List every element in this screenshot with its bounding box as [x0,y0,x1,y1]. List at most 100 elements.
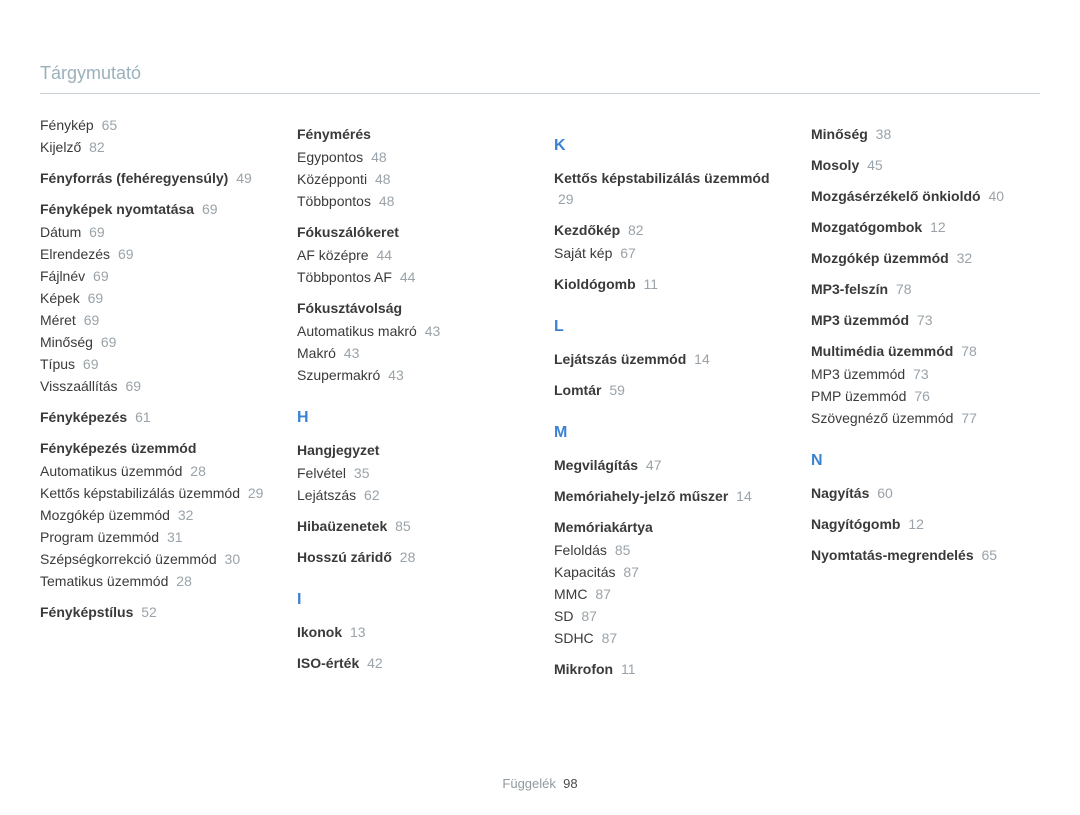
index-entry[interactable]: Felvétel 35 [297,463,526,484]
index-entry-heading[interactable]: Lejátszás üzemmód 14 [554,349,783,370]
index-entry-heading[interactable]: Lomtár 59 [554,380,783,401]
index-entry-label: Memóriakártya [554,519,653,535]
index-entry[interactable]: Kijelző 82 [40,137,269,158]
index-entry[interactable]: Kapacitás 87 [554,562,783,583]
index-entry-heading[interactable]: Ikonok 13 [297,622,526,643]
index-column: KKettős képstabilizálás üzemmód 29Kezdők… [554,114,811,682]
index-entry-label: Mikrofon [554,661,613,677]
index-entry-heading[interactable]: Hibaüzenetek 85 [297,516,526,537]
index-entry[interactable]: Automatikus üzemmód 28 [40,461,269,482]
index-entry[interactable]: Visszaállítás 69 [40,376,269,397]
index-entry-page: 28 [190,463,206,479]
index-entry-heading[interactable]: Mosoly 45 [811,155,1040,176]
index-entry[interactable]: Típus 69 [40,354,269,375]
index-letter-heading: H [297,406,526,430]
index-entry-label: Fájlnév [40,268,85,284]
index-entry[interactable]: Tematikus üzemmód 28 [40,571,269,592]
index-entry-heading[interactable]: Hangjegyzet [297,440,526,461]
index-entry-page: 85 [395,518,411,534]
index-entry[interactable]: Mozgókép üzemmód 32 [40,505,269,526]
index-entry-heading[interactable]: Megvilágítás 47 [554,455,783,476]
index-entry-page: 11 [644,276,659,292]
index-entry[interactable]: Képek 69 [40,288,269,309]
index-entry-heading[interactable]: Fényforrás (fehéregyensúly) 49 [40,168,269,189]
index-entry-heading[interactable]: Nagyítás 60 [811,483,1040,504]
index-entry-heading[interactable]: Fénymérés [297,124,526,145]
index-entry-heading[interactable]: Kettős képstabilizálás üzemmód 29 [554,168,783,210]
index-entry[interactable]: Szupermakró 43 [297,365,526,386]
index-entry-label: Kioldógomb [554,276,636,292]
index-entry[interactable]: Elrendezés 69 [40,244,269,265]
index-entry-page: 44 [400,269,416,285]
index-entry[interactable]: Saját kép 67 [554,243,783,264]
index-entry-heading[interactable]: MP3 üzemmód 73 [811,310,1040,331]
index-entry[interactable]: MMC 87 [554,584,783,605]
index-entry-heading[interactable]: Mozgókép üzemmód 32 [811,248,1040,269]
index-entry[interactable]: Többpontos 48 [297,191,526,212]
index-entry[interactable]: AF középre 44 [297,245,526,266]
index-entry-heading[interactable]: Hosszú záridő 28 [297,547,526,568]
index-letter-heading: N [811,449,1040,473]
index-entry-label: PMP üzemmód [811,388,906,404]
index-entry[interactable]: Dátum 69 [40,222,269,243]
index-entry[interactable]: Fájlnév 69 [40,266,269,287]
index-entry[interactable]: SDHC 87 [554,628,783,649]
page-title: Tárgymutató [40,60,1040,94]
index-entry-label: Megvilágítás [554,457,638,473]
index-entry[interactable]: Kettős képstabilizálás üzemmód 29 [40,483,269,504]
index-entry-heading[interactable]: Fényképek nyomtatása 69 [40,199,269,220]
index-entry-heading[interactable]: Memóriakártya [554,517,783,538]
index-entry-heading[interactable]: Mozgásérzékelő önkioldó 40 [811,186,1040,207]
index-entry-heading[interactable]: Nyomtatás-megrendelés 65 [811,545,1040,566]
index-entry[interactable]: Szépségkorrekció üzemmód 30 [40,549,269,570]
index-entry-page: 28 [176,573,192,589]
index-entry-label: Multimédia üzemmód [811,343,953,359]
index-entry-page: 69 [88,290,104,306]
index-entry[interactable]: Automatikus makró 43 [297,321,526,342]
index-entry-label: Mozgókép üzemmód [811,250,949,266]
index-entry-heading[interactable]: Minőség 38 [811,124,1040,145]
index-entry-heading[interactable]: Mikrofon 11 [554,659,783,680]
index-entry-label: Képek [40,290,80,306]
index-entry-label: MP3 üzemmód [811,312,909,328]
index-entry[interactable]: Középponti 48 [297,169,526,190]
index-column: Fénykép 65Kijelző 82 Fényforrás (fehéregy… [40,114,297,682]
index-entry[interactable]: Minőség 69 [40,332,269,353]
index-entry-heading[interactable]: Multimédia üzemmód 78 [811,341,1040,362]
index-entry-label: Elrendezés [40,246,110,262]
index-entry[interactable]: Többpontos AF 44 [297,267,526,288]
index-entry-label: Automatikus makró [297,323,417,339]
index-entry-heading[interactable]: Fényképezés üzemmód [40,438,269,459]
index-entry-heading[interactable]: Fényképezés 61 [40,407,269,428]
index-entry-page: 87 [602,630,618,646]
index-entry[interactable]: Egypontos 48 [297,147,526,168]
index-entry[interactable]: Feloldás 85 [554,540,783,561]
index-entry[interactable]: Program üzemmód 31 [40,527,269,548]
index-entry-heading[interactable]: Fókusztávolság [297,298,526,319]
index-entry-heading[interactable]: Mozgatógombok 12 [811,217,1040,238]
index-entry[interactable]: Fénykép 65 [40,115,269,136]
index-entry-heading[interactable]: Fókuszálókeret [297,222,526,243]
index-entry-label: Kijelző [40,139,81,155]
index-entry-page: 73 [913,366,929,382]
index-entry-label: Kezdőkép [554,222,620,238]
index-entry-heading[interactable]: Memóriahely-jelző műszer 14 [554,486,783,507]
index-entry-page: 44 [376,247,392,263]
index-entry-heading[interactable]: Nagyítógomb 12 [811,514,1040,535]
index-entry-label: MP3 üzemmód [811,366,905,382]
index-entry[interactable]: Lejátszás 62 [297,485,526,506]
index-entry[interactable]: Méret 69 [40,310,269,331]
index-entry-label: Program üzemmód [40,529,159,545]
index-entry[interactable]: Makró 43 [297,343,526,364]
index-entry[interactable]: SD 87 [554,606,783,627]
index-entry-heading[interactable]: MP3-felszín 78 [811,279,1040,300]
index-entry-heading[interactable]: Fényképstílus 52 [40,602,269,623]
index-entry-label: Fénykép [40,117,94,133]
index-entry[interactable]: MP3 üzemmód 73 [811,364,1040,385]
index-entry[interactable]: Szövegnéző üzemmód 77 [811,408,1040,429]
index-entry-page: 40 [988,188,1004,204]
index-entry-heading[interactable]: Kezdőkép 82 [554,220,783,241]
index-entry-heading[interactable]: Kioldógomb 11 [554,274,783,295]
index-entry[interactable]: PMP üzemmód 76 [811,386,1040,407]
index-entry-heading[interactable]: ISO-érték 42 [297,653,526,674]
